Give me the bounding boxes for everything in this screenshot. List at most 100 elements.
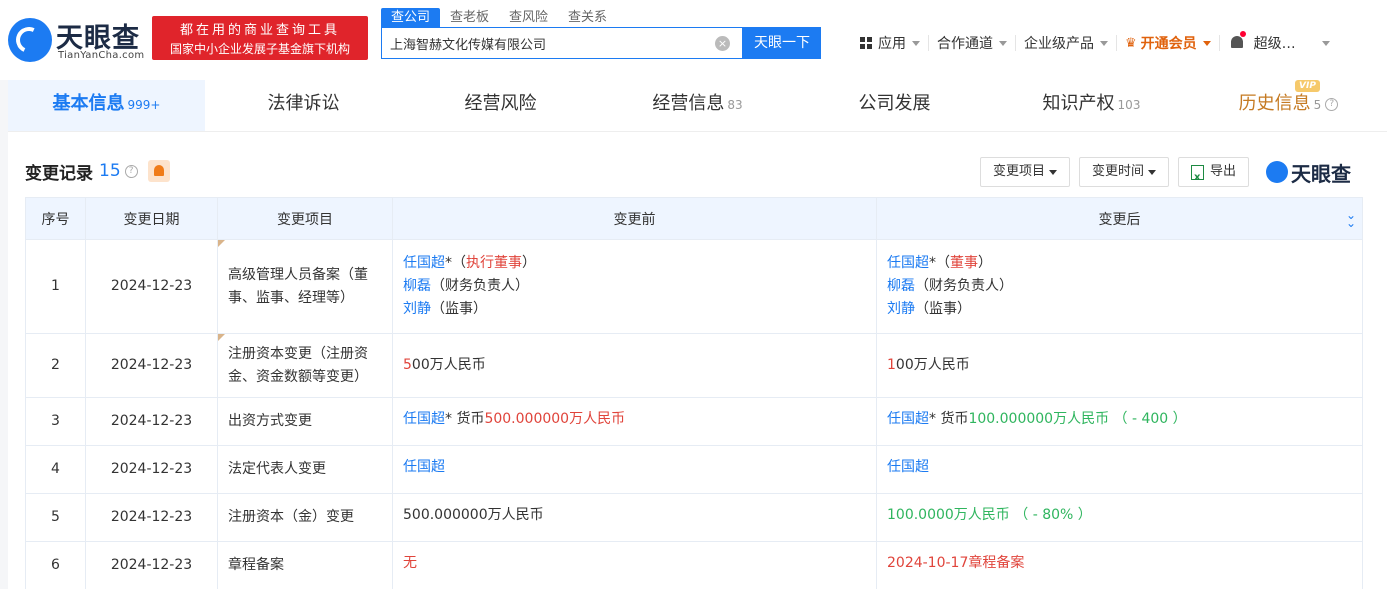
chevron-down-icon [999, 40, 1007, 46]
chevron-down-icon [912, 40, 920, 46]
search-tab-risk[interactable]: 查风险 [499, 8, 558, 27]
promo-banner[interactable]: 都在用的商业查询工具 国家中小企业发展子基金旗下机构 [152, 16, 368, 60]
cell-date: 2024-12-23 [85, 445, 218, 494]
tab-risk[interactable]: 经营风险 [402, 80, 599, 131]
role-text: （财务负责人） [915, 278, 1013, 294]
person-link[interactable]: 柳磊 [887, 278, 915, 294]
tab-label: 经营信息 [652, 93, 725, 114]
nav-channels[interactable]: 合作通道 [929, 35, 1016, 52]
search-tab-boss[interactable]: 查老板 [440, 8, 499, 27]
person-link[interactable]: 任国超 [403, 459, 445, 475]
person-link[interactable]: 任国超 [403, 255, 445, 271]
tab-basic-info[interactable]: 基本信息 999+ [8, 80, 205, 131]
person-link[interactable]: 刘静 [403, 301, 431, 317]
nav-vip[interactable]: ♛ 开通会员 [1117, 35, 1220, 52]
value-highlight[interactable]: 2024-10-17章程备案 [887, 555, 1024, 571]
person-link[interactable]: 刘静 [887, 301, 915, 317]
cell-after: 任国超* 货币100.000000万人民币 （ - 400 ） [876, 397, 1363, 446]
cell-no: 5 [25, 493, 86, 542]
section-header: 变更记录 15 ? [25, 158, 170, 184]
cell-item: 章程备案 [217, 541, 393, 589]
person-link[interactable]: 柳磊 [403, 278, 431, 294]
role-highlight: 执行董事 [466, 255, 522, 271]
search-box: × [381, 27, 743, 59]
cell-after: 100万人民币 [876, 333, 1363, 398]
tab-history[interactable]: 历史信息 5? [1190, 80, 1387, 131]
notification-bell-icon[interactable] [1228, 31, 1246, 52]
section-count: 15 [99, 161, 121, 181]
person-link[interactable]: 任国超 [887, 255, 929, 271]
paren-open: （ [936, 255, 950, 271]
filter-change-time-dropdown[interactable]: 变更时间 [1079, 157, 1170, 187]
value-text: * 货币 [445, 411, 485, 427]
person-link[interactable]: 任国超 [887, 411, 929, 427]
help-icon[interactable]: ? [124, 164, 138, 178]
table-row: 1 2024-12-23 高级管理人员备案（董事、监事、经理等） 任国超*（执行… [25, 239, 1363, 334]
cell-before: 500万人民币 [392, 333, 877, 398]
export-button[interactable]: 导出 [1178, 157, 1250, 192]
cell-no: 4 [25, 445, 86, 494]
vip-badge: VIP [1295, 80, 1320, 92]
col-header-item: 变更项目 [217, 197, 393, 240]
search-button[interactable]: 天眼一下 [743, 27, 821, 59]
cell-before: 任国超* 货币500.000000万人民币 [392, 397, 877, 446]
tab-label: 经营风险 [464, 93, 537, 114]
table-header-row: 序号 变更日期 变更项目 变更前 变更后 ⌄ ⌄ [25, 197, 1363, 240]
nav-enterprise[interactable]: 企业级产品 [1016, 35, 1117, 52]
cell-item-text: 高级管理人员备案（董事、监事、经理等） [228, 266, 368, 306]
chevron-down-icon [1148, 169, 1157, 175]
cell-no: 3 [25, 397, 86, 446]
nav-apps[interactable]: 应用 [852, 35, 929, 52]
person-link[interactable]: 任国超 [887, 459, 929, 475]
table-row: 4 2024-12-23 法定代表人变更 任国超 任国超 [25, 445, 1363, 494]
diff-highlight: 1 [887, 357, 896, 373]
amount-highlight: 100.000000万人民币 （ - 400 ） [968, 411, 1187, 427]
banner-line1: 都在用的商业查询工具 [179, 23, 340, 38]
tianyancha-logo[interactable]: 天眼查 TianYanCha.com [8, 14, 145, 66]
cell-before: 无 [392, 541, 877, 589]
clear-icon[interactable]: × [715, 36, 730, 51]
star-mark: * [929, 255, 936, 271]
nav-user[interactable]: 超级… [1220, 31, 1338, 52]
main-card: 基本信息 999+ 法律诉讼 经营风险 经营信息 83 公司发展 知识产权 103 历… [8, 80, 1387, 589]
search-input[interactable] [382, 28, 702, 58]
logo-mark-icon [1266, 161, 1289, 183]
subscribe-bell-icon[interactable] [147, 160, 170, 182]
nav-enterprise-label: 企业级产品 [1024, 36, 1094, 52]
cell-before: 500.000000万人民币 [392, 493, 877, 542]
diff-highlight: 5 [403, 357, 412, 373]
tab-count: 83 [727, 98, 743, 112]
tab-development[interactable]: 公司发展 [796, 80, 993, 131]
paren-open: （ [452, 255, 466, 271]
cell-after: 任国超 [876, 445, 1363, 494]
cell-date: 2024-12-23 [85, 541, 218, 589]
tab-ip[interactable]: 知识产权 103 [993, 80, 1190, 131]
double-chevron-down-icon[interactable]: ⌄ ⌄ [1346, 209, 1356, 229]
star-mark: * [445, 255, 452, 271]
table-row: 5 2024-12-23 注册资本（金）变更 500.000000万人民币 10… [25, 493, 1363, 542]
export-label: 导出 [1210, 164, 1237, 179]
help-icon[interactable]: ? [1325, 97, 1339, 111]
tab-operation[interactable]: 经营信息 83 [599, 80, 796, 131]
search-tab-relation[interactable]: 查关系 [558, 8, 617, 27]
role-highlight: 董事 [950, 255, 978, 271]
col-header-before: 变更前 [392, 197, 877, 240]
tab-legal[interactable]: 法律诉讼 [205, 80, 402, 131]
paren-close: ） [522, 255, 536, 271]
cell-no: 1 [25, 239, 86, 334]
cell-item: 高级管理人员备案（董事、监事、经理等） [217, 239, 393, 334]
tab-label: 公司发展 [858, 93, 931, 114]
cell-item: 法定代表人变更 [217, 445, 393, 494]
cell-before: 任国超*（执行董事） 柳磊（财务负责人） 刘静（监事） [392, 239, 877, 334]
value-text: 00万人民币 [895, 357, 970, 373]
chevron-down-icon [1049, 169, 1058, 175]
filter-change-item-dropdown[interactable]: 变更项目 [980, 157, 1071, 187]
nav-channels-label: 合作通道 [937, 36, 993, 52]
logo-subtext: TianYanCha.com [58, 50, 145, 61]
logo-mark-icon [8, 18, 52, 62]
crown-icon: ♛ [1125, 35, 1137, 51]
search-tab-company[interactable]: 查公司 [381, 8, 441, 27]
tab-label: 历史信息 [1238, 93, 1311, 114]
person-link[interactable]: 任国超 [403, 411, 445, 427]
nav-user-label: 超级… [1253, 36, 1296, 52]
